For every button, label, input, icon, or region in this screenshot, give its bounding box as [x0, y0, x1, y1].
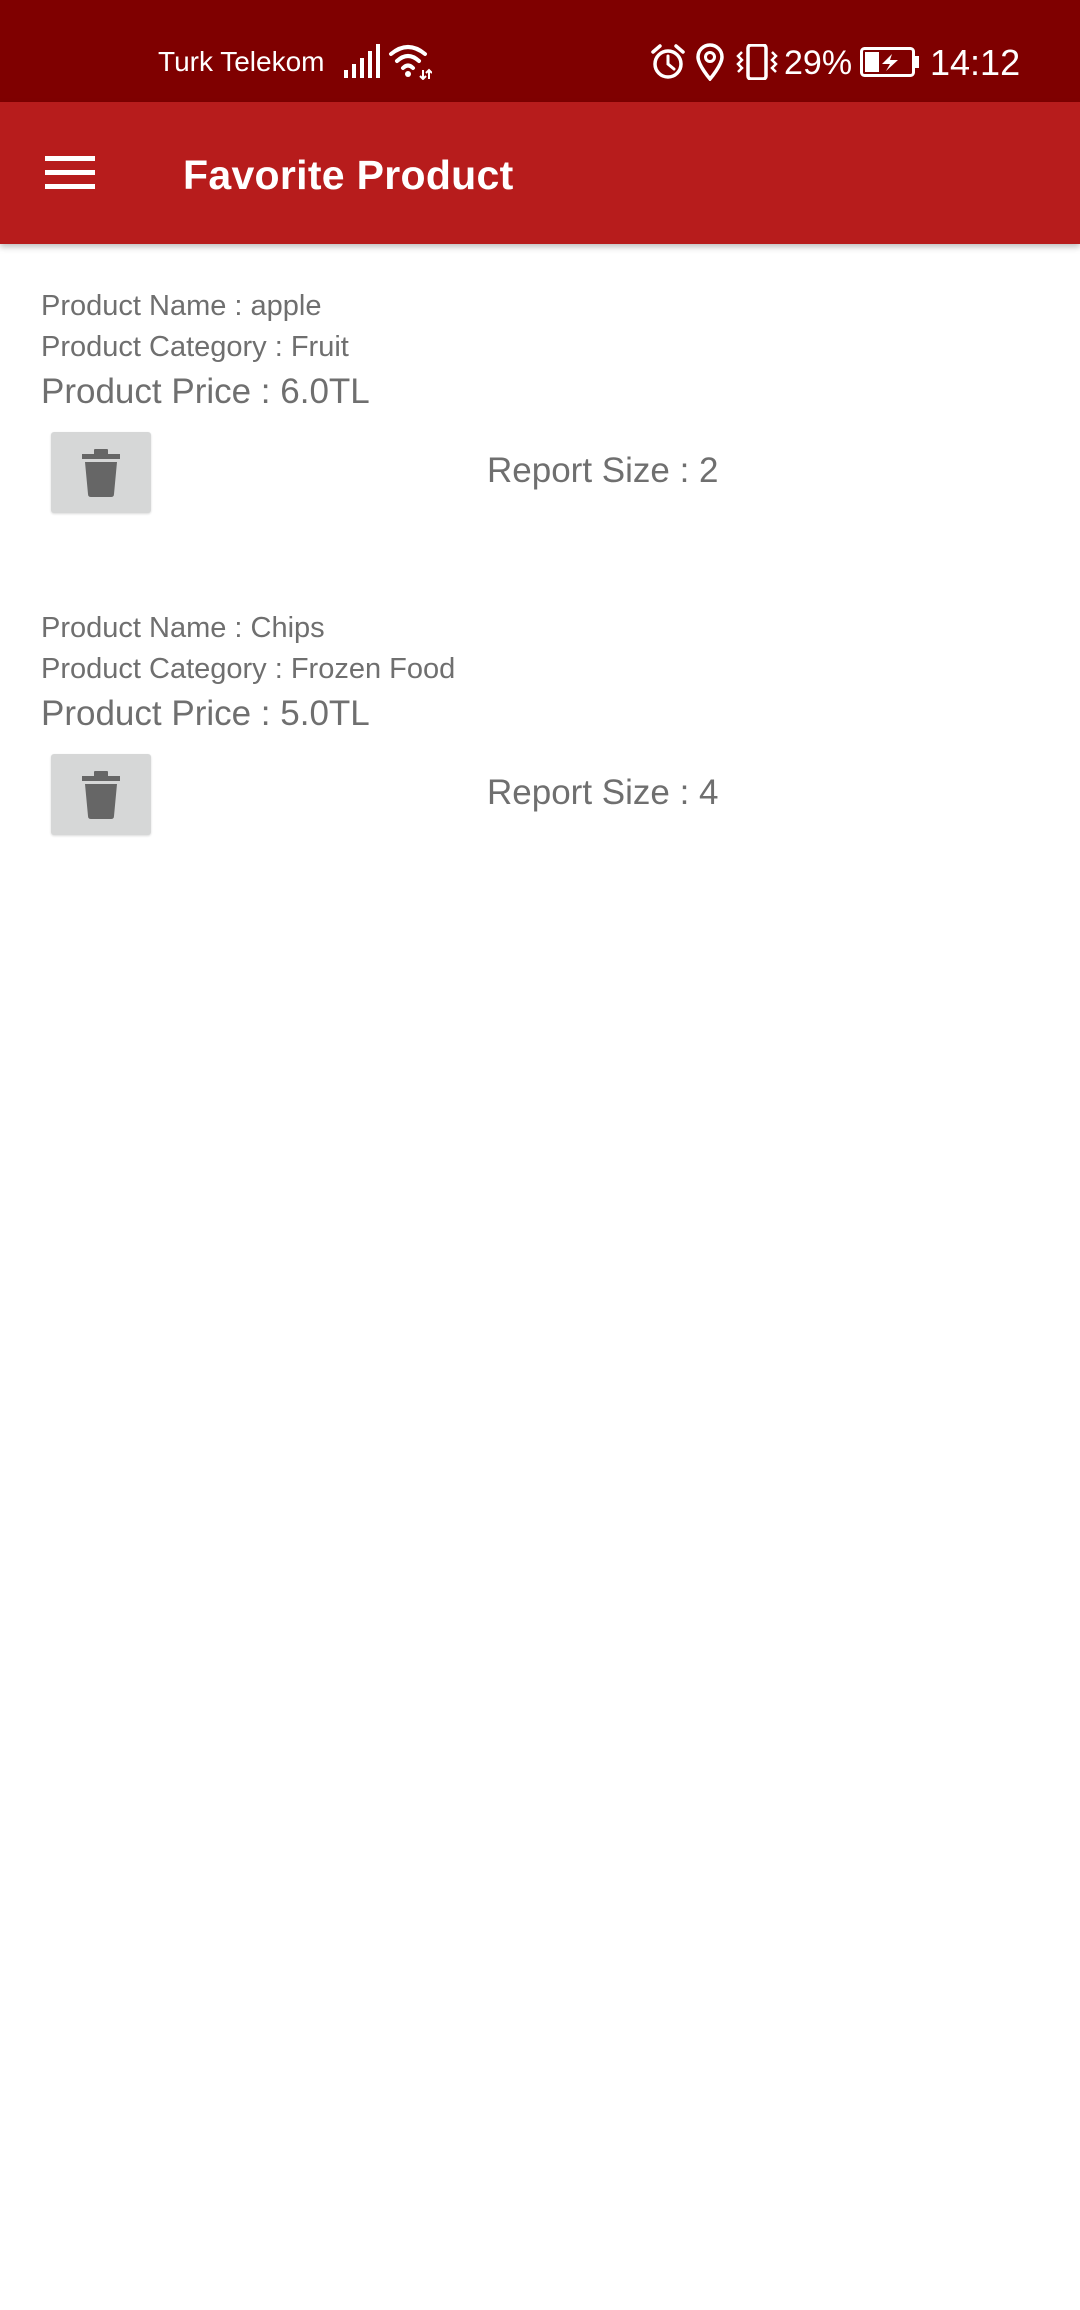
product-price: Product Price : 5.0TL: [41, 694, 370, 733]
list-item: Product Name : Chips Product Category : …: [0, 566, 1080, 888]
battery-percentage: 29%: [784, 44, 853, 82]
product-name: Product Name : apple: [41, 290, 322, 322]
wifi-icon: [389, 45, 432, 80]
battery-charging-icon: [860, 47, 919, 77]
product-category: Product Category : Fruit: [41, 331, 349, 363]
product-name: Product Name : Chips: [41, 612, 325, 644]
location-icon: [696, 43, 724, 81]
delete-button[interactable]: [51, 432, 151, 513]
app-bar: Favorite Product: [0, 102, 1080, 244]
favorite-product-list: Product Name : apple Product Category : …: [0, 244, 1080, 888]
report-size: Report Size : 2: [487, 451, 719, 490]
clock: 14:12: [930, 42, 1021, 83]
vibrate-icon: [736, 44, 778, 80]
trash-icon: [82, 770, 120, 819]
menu-button[interactable]: [30, 139, 110, 207]
hamburger-menu-icon: [45, 156, 95, 189]
product-price: Product Price : 6.0TL: [41, 372, 370, 411]
list-item: Product Name : apple Product Category : …: [0, 244, 1080, 566]
alarm-icon: [651, 44, 685, 79]
carrier-name: Turk Telekom: [158, 46, 325, 77]
page-title: Favorite Product: [183, 152, 514, 198]
signal-icon: [344, 44, 380, 78]
product-category: Product Category : Frozen Food: [41, 653, 456, 685]
status-bar: Turk Telekom 29% 14:12: [0, 0, 1080, 102]
delete-button[interactable]: [51, 754, 151, 835]
trash-icon: [82, 448, 120, 497]
report-size: Report Size : 4: [487, 773, 719, 812]
